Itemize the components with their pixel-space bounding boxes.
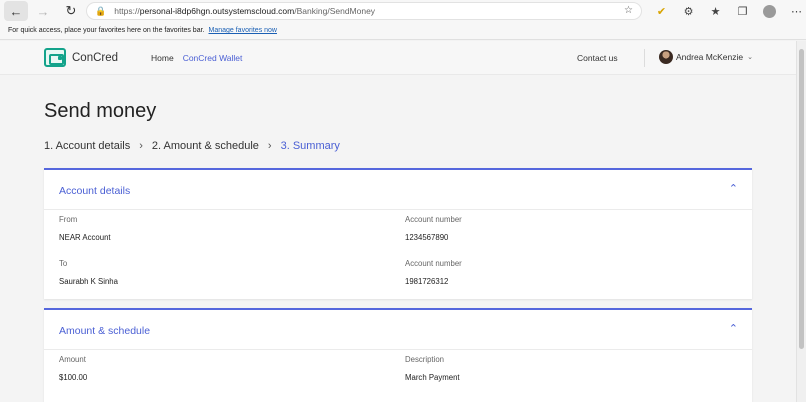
to-account-value: 1981726312 [405,277,449,286]
from-label: From [59,215,78,224]
app-header: ConCred Home ConCred Wallet Contact us A… [0,41,796,75]
to-value: Saurabh K Sinha [59,277,118,286]
collections-icon[interactable]: ❐ [729,1,756,21]
amount-field: Amount $100.00 [59,355,87,382]
user-menu[interactable]: Andrea McKenzie ⌄ [659,50,753,64]
chevron-right-icon: › [267,140,272,152]
page-scrollbar[interactable] [796,41,806,402]
amount-schedule-header[interactable]: Amount & schedule ⌃ [44,310,752,350]
wizard-steps: 1. Account details › 2. Amount & schedul… [44,140,340,152]
favorites-bar: For quick access, place your favorites h… [0,22,806,40]
from-field: From NEAR Account [59,215,111,242]
browser-toolbar: ← → ↻ 🔒 https://personal-i8dp6hgn.outsys… [0,0,806,22]
profile-icon[interactable] [756,1,783,21]
amount-value: $100.00 [59,373,88,382]
back-arrow-icon[interactable]: ← [4,1,28,21]
amount-schedule-card: Amount & schedule ⌃ Amount $100.00 Descr… [44,308,752,402]
to-account-label: Account number [405,259,462,268]
extensions-icon[interactable]: ⚙ [675,1,702,21]
amount-label: Amount [59,355,86,364]
address-bar[interactable]: 🔒 https://personal-i8dp6hgn.outsystemscl… [86,2,642,20]
favorites-bar-text: For quick access, place your favorites h… [8,27,205,34]
from-account-label: Account number [405,215,462,224]
description-label: Description [405,355,444,364]
chevron-right-icon: › [139,140,143,152]
brand-name: ConCred [72,51,119,64]
description-value: March Payment [405,373,460,382]
chevron-down-icon: ⌄ [747,54,753,61]
nav-home[interactable]: Home [151,53,174,63]
step-summary[interactable]: 3. Summary [281,140,340,152]
favorites-icon[interactable]: ★ [702,1,729,21]
amount-schedule-title: Amount & schedule [59,325,151,337]
step-account-details[interactable]: 1. Account details [44,140,130,152]
from-value: NEAR Account [59,233,111,242]
add-favorite-icon[interactable]: ☆ [624,5,633,16]
account-details-title: Account details [59,185,131,197]
nav-wallet[interactable]: ConCred Wallet [183,53,243,63]
brand-logo[interactable]: ConCred [44,48,118,67]
user-name: Andrea McKenzie [676,52,744,62]
header-divider [644,49,645,67]
chevron-up-icon[interactable]: ⌃ [729,182,738,195]
step-amount-schedule[interactable]: 2. Amount & schedule [152,140,259,152]
lock-icon[interactable]: 🔒 [95,6,106,17]
contact-us-link[interactable]: Contact us [577,53,618,63]
account-details-card: Account details ⌃ From NEAR Account Acco… [44,168,752,299]
page-content: ConCred Home ConCred Wallet Contact us A… [0,41,796,402]
avatar [659,50,673,64]
account-details-header[interactable]: Account details ⌃ [44,170,752,210]
manage-favorites-link[interactable]: Manage favorites now [209,27,277,34]
to-field: To Saurabh K Sinha [59,259,118,286]
to-account-field: Account number 1981726312 [405,259,462,286]
forward-arrow-icon[interactable]: → [32,1,54,21]
page-title: Send money [44,100,157,122]
url-text[interactable]: https://personal-i8dp6hgn.outsystemsclou… [114,6,375,16]
scrollbar-thumb[interactable] [799,49,804,349]
from-account-field: Account number 1234567890 [405,215,462,242]
refresh-icon[interactable]: ↻ [60,1,82,21]
extension-icon[interactable]: ✔ [648,1,675,21]
main-nav: Home ConCred Wallet [151,53,242,63]
from-account-value: 1234567890 [405,233,449,242]
wallet-logo-icon [44,48,66,67]
more-options-icon[interactable]: ⋯ [783,1,806,21]
chevron-up-icon[interactable]: ⌃ [729,322,738,335]
description-field: Description March Payment [405,355,460,382]
to-label: To [59,259,68,268]
